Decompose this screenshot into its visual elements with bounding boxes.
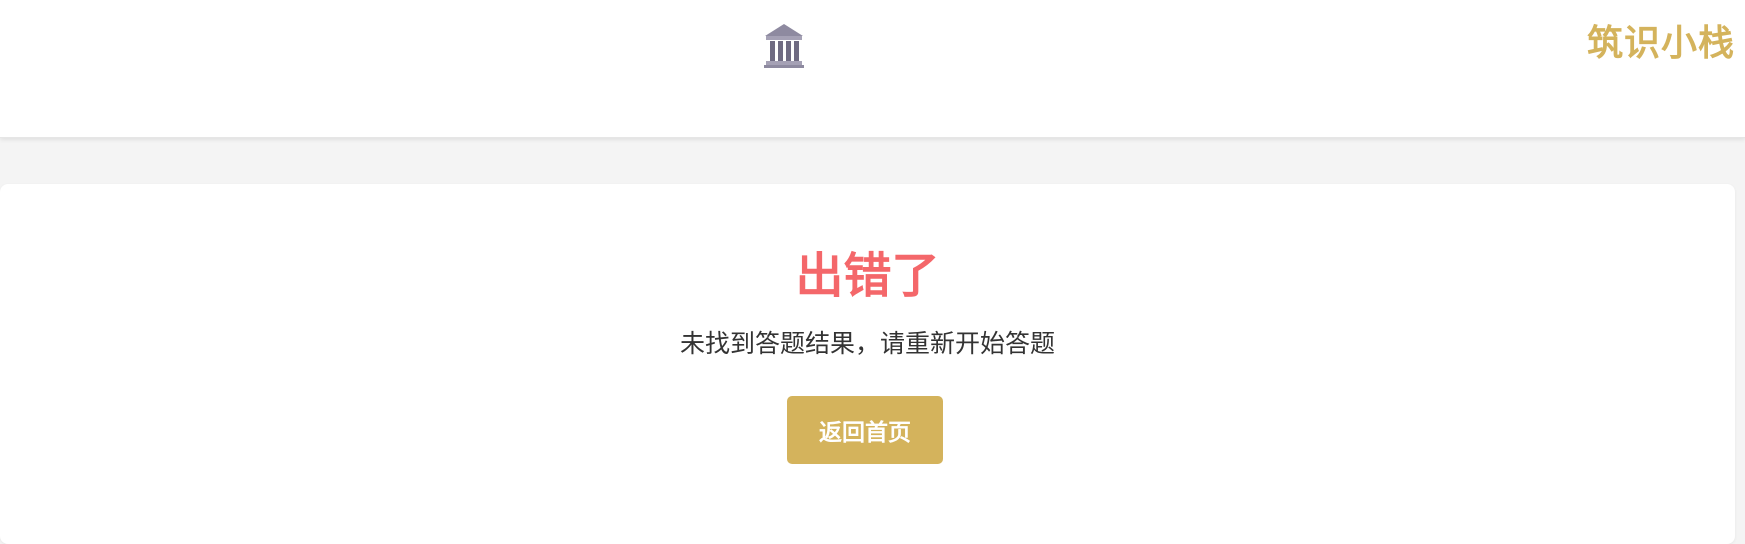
error-card: 出错了 未找到答题结果，请重新开始答题 返回首页 [0,184,1735,544]
top-header: 筑识小栈 [0,0,1745,138]
classical-building-icon[interactable] [762,22,806,70]
brand-title[interactable]: 筑识小栈 [1587,20,1735,68]
error-message: 未找到答题结果，请重新开始答题 [679,329,1055,358]
error-title: 出错了 [795,248,940,304]
return-home-button[interactable]: 返回首页 [787,396,943,464]
